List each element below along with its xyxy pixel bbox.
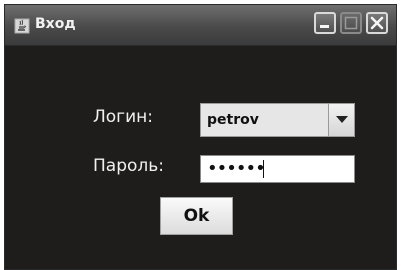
password-label: Пароль: (93, 156, 165, 176)
login-window: Вход Логин: petrov Пароль: •••••• Ok (4, 4, 397, 270)
window-title: Вход (35, 16, 76, 32)
maximize-button[interactable] (340, 12, 362, 34)
text-caret (263, 160, 264, 178)
password-masked-value: •••••• (207, 158, 266, 179)
title-bar[interactable]: Вход (5, 5, 396, 46)
login-label: Логин: (93, 107, 154, 127)
login-combobox[interactable]: petrov (200, 103, 355, 137)
java-cup-icon (14, 18, 30, 34)
password-field[interactable]: •••••• (200, 155, 355, 183)
minimize-button[interactable] (314, 12, 336, 34)
login-selected-value: petrov (207, 112, 259, 128)
close-button[interactable] (366, 12, 388, 34)
login-dropdown-button[interactable] (328, 104, 354, 136)
ok-button[interactable]: Ok (160, 197, 233, 235)
